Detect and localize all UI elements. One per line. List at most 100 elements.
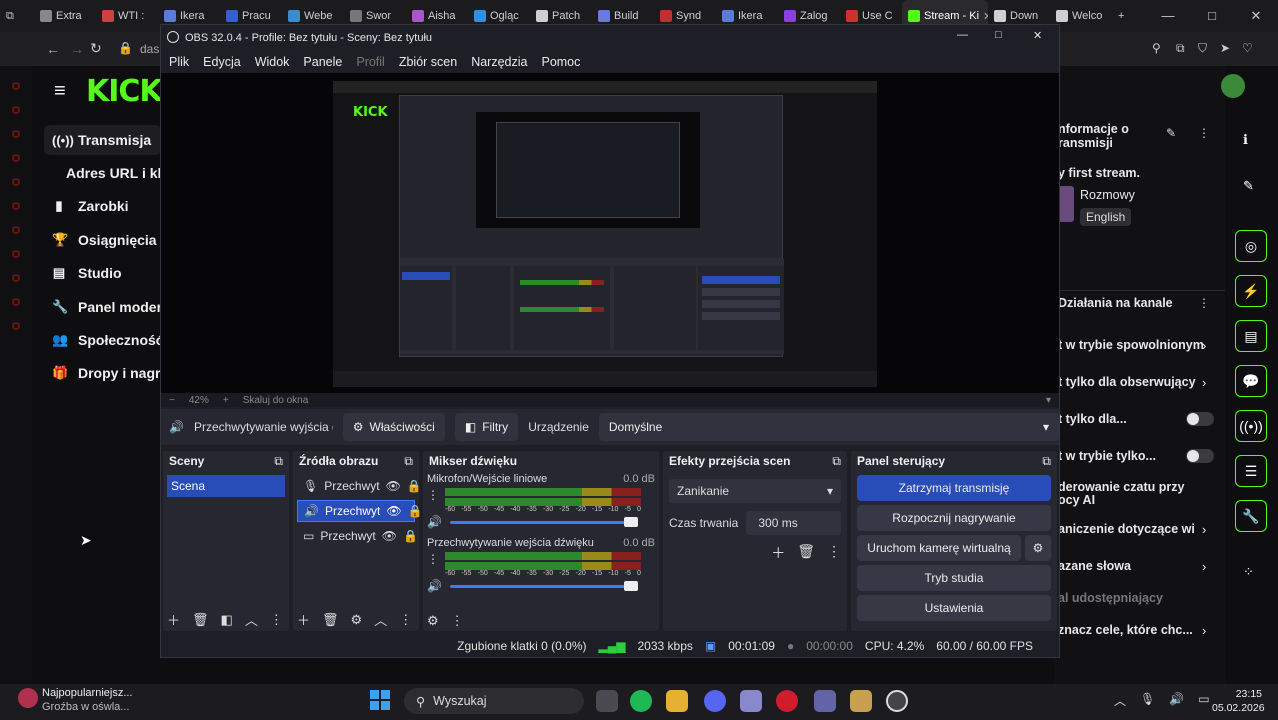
preview-area[interactable]: KICK [161, 73, 1059, 395]
teams-icon[interactable] [814, 690, 836, 712]
more-icon[interactable]: ⋮ [451, 613, 464, 629]
chat-icon[interactable]: 💬 [1235, 365, 1267, 397]
properties-button[interactable]: ⚙ Właściwości [342, 413, 445, 441]
maximize-icon[interactable]: □ [995, 29, 1002, 41]
add-icon[interactable]: ＋ [167, 610, 180, 629]
trash-icon[interactable]: 🗑 [322, 612, 339, 628]
kick-logo[interactable]: KICK [86, 74, 163, 109]
virtual-camera-button[interactable]: Uruchom kamerę wirtualną [857, 535, 1021, 561]
up-icon[interactable]: ︿ [374, 610, 387, 629]
edit-icon[interactable]: ✎ [1166, 126, 1176, 140]
channel-option[interactable]: ocy AI [1058, 493, 1095, 507]
browser-tab[interactable]: Extra [34, 0, 96, 32]
trash-icon[interactable]: 🗑 [192, 612, 209, 628]
undock-icon[interactable]: ⧉ [832, 454, 841, 469]
add-icon[interactable]: ＋ [771, 543, 785, 563]
channel-option[interactable]: znacz cele, które chc... [1058, 623, 1193, 637]
clock[interactable]: 23:15 05.02.2026 [1212, 687, 1265, 715]
more-icon[interactable]: ⋮ [827, 543, 841, 563]
spotify-icon[interactable] [630, 690, 652, 712]
back-icon[interactable]: ← [46, 41, 60, 57]
nav-item[interactable]: Adres URL i klu [58, 158, 176, 188]
task-view-icon[interactable] [596, 690, 618, 712]
chevron-right-icon[interactable]: › [1202, 338, 1206, 353]
gear-icon[interactable]: ⚙ [351, 612, 363, 628]
info-icon[interactable]: ℹ [1243, 132, 1248, 148]
device-select[interactable]: Domyślne ▾ [598, 413, 1059, 441]
menu-item[interactable]: Plik [169, 55, 189, 69]
filters-button[interactable]: ◧ Filtry [454, 413, 519, 441]
news-widget[interactable]: Najpopularniejsz... Groźba w ośwla... [42, 686, 133, 714]
toggle-switch[interactable] [1186, 449, 1214, 463]
volume-icon[interactable]: 🔊 [1169, 692, 1184, 709]
reload-icon[interactable]: ↻ [90, 40, 102, 57]
obs-taskbar-icon[interactable] [886, 690, 908, 712]
more-icon[interactable]: ⋮ [399, 612, 412, 628]
camera-icon[interactable]: ◎ [1235, 230, 1267, 262]
source-item[interactable]: ▭ Przechwyt 👁 🔒 [297, 525, 418, 547]
minimize-icon[interactable]: — [1146, 0, 1190, 32]
broadcast-icon[interactable]: ((•)) [1235, 410, 1267, 442]
menu-item[interactable]: Widok [255, 55, 290, 69]
channel-menu-icon[interactable]: ⋮ [427, 552, 439, 577]
channel-menu-icon[interactable]: ⋮ [427, 488, 439, 513]
channel-option[interactable]: azane słowa [1058, 559, 1131, 573]
menu-item[interactable]: Pomoc [541, 55, 580, 69]
mute-icon[interactable]: 🔊 [427, 515, 442, 529]
heart-icon[interactable]: ♡ [1242, 41, 1253, 55]
more-icon[interactable]: ⋮ [1198, 296, 1210, 310]
more-icon[interactable]: ⋮ [1198, 126, 1210, 140]
zoom-in-icon[interactable]: + [223, 395, 229, 406]
source-item[interactable]: 🔊 Przechwyt 👁 🔒 [297, 500, 423, 522]
transition-select[interactable]: Zanikanie ▾ [669, 479, 841, 503]
windows-start-icon[interactable] [370, 690, 390, 710]
up-icon[interactable]: ︿ [245, 610, 258, 629]
nav-item[interactable]: ▤ Studio [44, 258, 162, 288]
menu-item[interactable]: Narzędzia [471, 55, 527, 69]
channel-option[interactable]: t tylko dla obserwujący [1058, 375, 1196, 389]
zoom-dropdown-icon[interactable]: ▾ [1046, 395, 1051, 406]
workspace-button[interactable]: ⧉ [0, 0, 34, 32]
channel-option[interactable]: t w trybie tylko... [1058, 449, 1156, 463]
undock-icon[interactable]: ⧉ [274, 454, 283, 469]
file-explorer-icon[interactable] [666, 690, 688, 712]
trash-icon[interactable]: 🗑 [797, 543, 815, 563]
opera-icon[interactable] [776, 690, 798, 712]
nav-item[interactable]: 👥 Społeczność [44, 325, 162, 355]
channel-option[interactable]: t w trybie spowolnionym [1058, 338, 1204, 352]
toggle-switch[interactable] [1186, 412, 1214, 426]
shield-icon[interactable]: ⛉ [1198, 41, 1207, 56]
battery-icon[interactable]: ▭ [1198, 692, 1209, 709]
add-icon[interactable]: ＋ [297, 610, 310, 629]
pin-icon[interactable]: ⚲ [1152, 41, 1161, 55]
mute-icon[interactable]: 🔊 [427, 579, 442, 593]
scale-to-window[interactable]: Skaluj do okna [243, 395, 309, 406]
pen-icon[interactable]: ✎ [1243, 178, 1254, 194]
volume-slider[interactable] [449, 516, 638, 527]
forward-icon[interactable]: → [70, 41, 84, 57]
chevron-right-icon[interactable]: › [1202, 623, 1206, 638]
new-tab-button[interactable]: + [1112, 0, 1136, 32]
calculator-icon[interactable] [740, 690, 762, 712]
channel-option[interactable]: t tylko dla... [1058, 412, 1127, 426]
filter-icon[interactable]: ◧ [221, 612, 233, 628]
nav-item[interactable]: 🎁 Dropy i nagro [44, 358, 162, 388]
chevron-right-icon[interactable]: › [1202, 559, 1206, 574]
nav-item[interactable]: ((•)) Transmisja [44, 125, 162, 155]
minimize-icon[interactable]: — [957, 29, 968, 41]
mic-icon[interactable]: 🎙 [1140, 692, 1155, 709]
scene-item[interactable]: Scena [167, 475, 285, 497]
nav-item[interactable]: 🔧 Panel moder [44, 292, 162, 322]
undock-icon[interactable]: ⧉ [1042, 454, 1051, 469]
more-icon[interactable]: ⋮ [270, 612, 283, 628]
menu-icon[interactable]: ≡ [54, 80, 66, 103]
send-icon[interactable]: ➤ [1220, 41, 1230, 55]
volume-slider[interactable] [449, 580, 638, 591]
chevron-right-icon[interactable]: › [1202, 375, 1206, 390]
channel-option[interactable]: aniczenie dotyczące wi [1058, 522, 1195, 536]
duration-input[interactable]: 300 ms [746, 511, 841, 535]
app-icon[interactable] [850, 690, 872, 712]
browser-tab[interactable]: WTI : [96, 0, 158, 32]
nav-item[interactable]: 🏆 Osiągnięcia [44, 225, 162, 255]
taskbar-search[interactable]: ⚲ Wyszukaj [404, 688, 584, 714]
